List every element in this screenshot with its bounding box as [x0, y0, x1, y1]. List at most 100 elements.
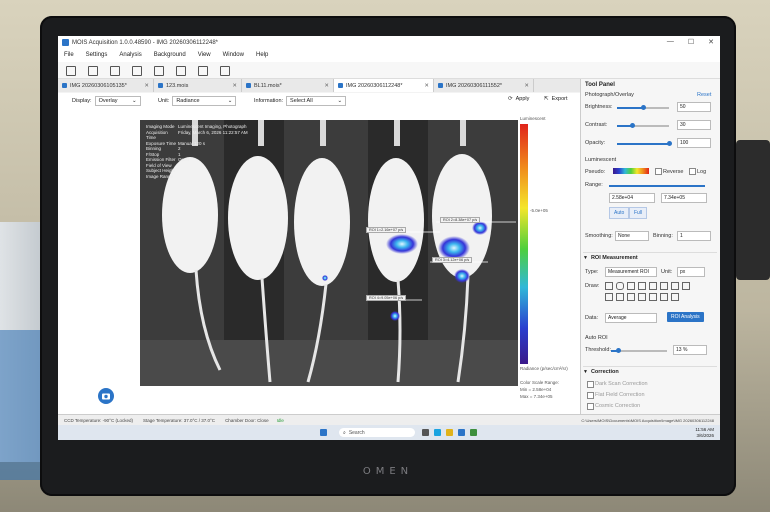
display-select[interactable]: Overlay ⌄	[94, 96, 141, 106]
delete-icon[interactable]	[627, 293, 635, 301]
minimize-button[interactable]: —	[667, 38, 674, 46]
opacity-slider[interactable]	[617, 141, 672, 146]
edge-icon[interactable]	[434, 429, 441, 436]
reverse-checkbox[interactable]	[655, 168, 662, 175]
range-min-input[interactable]: 2.58e+04	[609, 193, 655, 203]
tab-bl11[interactable]: BL11.mois* ✕	[242, 79, 334, 92]
grid-icon[interactable]	[198, 66, 208, 76]
task-view-icon[interactable]	[422, 429, 429, 436]
start-icon[interactable]	[320, 429, 327, 436]
arrow-icon[interactable]	[671, 282, 679, 290]
roi-measurement-section[interactable]: ▼ ROI Measurement	[583, 252, 717, 263]
print-icon[interactable]	[154, 66, 164, 76]
brightness-slider[interactable]	[617, 105, 669, 110]
menu-help[interactable]: Help	[250, 50, 274, 62]
save-icon[interactable]	[88, 66, 98, 76]
grid-roi-icon[interactable]	[638, 282, 646, 290]
roi-label[interactable]: ROI 2=8.38e+07 p/s	[440, 217, 481, 223]
range-max-input[interactable]: 7.34e+05	[661, 193, 707, 203]
line-icon[interactable]	[649, 282, 657, 290]
mois-app-icon[interactable]	[458, 429, 465, 436]
circle-icon[interactable]	[616, 282, 624, 290]
menu-background[interactable]: Background	[148, 50, 192, 62]
opacity-input[interactable]: 100	[677, 138, 711, 148]
pseudo-color-select[interactable]	[613, 168, 649, 174]
data-select[interactable]: Average	[605, 313, 657, 323]
threshold-slider[interactable]	[611, 348, 667, 353]
ruler-icon[interactable]	[660, 282, 668, 290]
tab-close-icon[interactable]: ✕	[320, 83, 329, 89]
list-icon[interactable]	[671, 293, 679, 301]
maximize-button[interactable]: ☐	[688, 38, 694, 46]
chevron-down-icon: ▼	[583, 369, 588, 375]
menu-analysis[interactable]: Analysis	[113, 50, 147, 62]
information-select[interactable]: Select All ⌄	[286, 96, 347, 106]
tab-close-icon[interactable]: ✕	[140, 83, 149, 89]
contrast-label: Contrast:	[585, 122, 608, 128]
tab-close-icon[interactable]: ✕	[520, 83, 529, 89]
tab-123[interactable]: 123.mois ✕	[154, 79, 242, 92]
roi-unit-select[interactable]: px	[677, 267, 705, 277]
brightness-input[interactable]: 50	[677, 102, 711, 112]
full-button[interactable]: Full	[629, 207, 648, 219]
lock-icon[interactable]	[638, 293, 646, 301]
contrast-input[interactable]: 30	[677, 120, 711, 130]
close-button[interactable]: ✕	[708, 38, 714, 46]
luminescence-image[interactable]: Imaging Mode Luminescent Imaging, Photogr…	[140, 120, 518, 386]
idle-status: Idle	[276, 418, 284, 423]
roi-analysis-button[interactable]: ROI Analysis	[667, 312, 704, 322]
threshold-input[interactable]: 13 %	[673, 345, 707, 355]
export-button[interactable]: ⇱ Export	[544, 96, 568, 102]
range-slider[interactable]	[609, 185, 705, 187]
roi-label[interactable]: ROI 1=2.16e+07 p/s	[366, 227, 407, 233]
save-as-icon[interactable]	[110, 66, 120, 76]
link-icon[interactable]	[660, 293, 668, 301]
image-viewer: Imaging Mode Luminescent Imaging, Photogr…	[58, 108, 580, 414]
screen: MOIS Acquisition 1.0.0.48590 - IMG 20260…	[58, 36, 720, 440]
file-explorer-icon[interactable]	[446, 429, 453, 436]
flat-field-checkbox[interactable]	[587, 392, 594, 399]
unit-select[interactable]: Radiance ⌄	[172, 96, 237, 106]
dark-scan-checkbox[interactable]	[587, 381, 594, 388]
cosmic-checkbox[interactable]	[587, 403, 594, 410]
rectangle-icon[interactable]	[605, 282, 613, 290]
menu-settings[interactable]: Settings	[80, 50, 114, 62]
menu-view[interactable]: View	[192, 50, 217, 62]
image-icon[interactable]	[220, 66, 230, 76]
apply-button[interactable]: ⟳ Apply	[508, 96, 529, 102]
report-icon[interactable]	[176, 66, 186, 76]
chevron-down-icon: ⌄	[131, 98, 137, 104]
roi-label[interactable]: ROI 4=9.05e+06 p/s	[366, 295, 407, 301]
freehand-icon[interactable]	[682, 282, 690, 290]
move-icon[interactable]	[649, 293, 657, 301]
tab-close-icon[interactable]: ✕	[420, 83, 429, 89]
polygon-icon[interactable]	[627, 282, 635, 290]
tab-img-112248[interactable]: IMG 20260306112248* ✕	[334, 79, 434, 92]
tab-img-111552[interactable]: IMG 20260306111552* ✕	[434, 79, 534, 92]
paste-icon[interactable]	[616, 293, 624, 301]
contrast-slider[interactable]	[617, 123, 669, 128]
binning-select[interactable]: 1	[677, 231, 711, 241]
menu-window[interactable]: Window	[217, 50, 250, 62]
tab-close-icon[interactable]: ✕	[228, 83, 237, 89]
tab-img-105135[interactable]: IMG 20260306105135* ✕	[58, 79, 154, 92]
roi-type-select[interactable]: Measurement ROI	[605, 267, 657, 277]
open-folder-icon[interactable]	[66, 66, 76, 76]
apply-icon: ⟳	[508, 96, 513, 102]
roi-label[interactable]: ROI 3=4.12e+06 p/s	[432, 257, 473, 263]
correction-section[interactable]: ▼ Correction	[583, 366, 717, 377]
file-icon	[158, 83, 163, 88]
copy-icon[interactable]	[605, 293, 613, 301]
export-icon[interactable]	[132, 66, 142, 76]
smoothing-select[interactable]: None	[615, 231, 649, 241]
store-icon[interactable]	[470, 429, 477, 436]
taskbar-search[interactable]: ⌕ Search	[339, 428, 415, 437]
system-clock[interactable]: 11:56 AM 3/6/2026	[695, 427, 714, 438]
auto-button[interactable]: Auto	[609, 207, 630, 219]
reset-button[interactable]: Reset	[697, 92, 711, 98]
file-icon	[338, 83, 343, 88]
log-checkbox[interactable]	[689, 168, 696, 175]
camera-button[interactable]	[98, 388, 114, 404]
window-controls: — ☐ ✕	[667, 38, 714, 46]
menu-file[interactable]: File	[58, 50, 80, 62]
